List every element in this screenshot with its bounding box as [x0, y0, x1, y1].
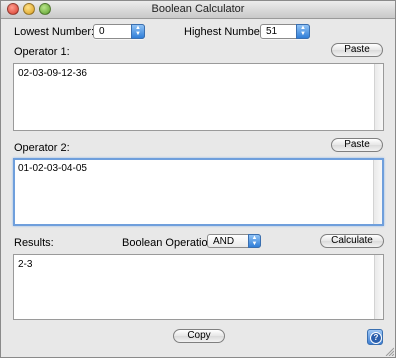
highest-number-stepper[interactable]: 51 ▲ ▼	[260, 24, 310, 39]
up-down-arrows-icon[interactable]: ▲ ▼	[248, 234, 261, 248]
boolean-operation-select[interactable]: AND ▲ ▼	[207, 234, 261, 248]
lowest-number-stepper[interactable]: 0 ▲ ▼	[93, 24, 145, 39]
up-down-arrows-icon[interactable]: ▲ ▼	[131, 24, 145, 39]
calculate-button[interactable]: Calculate	[320, 234, 384, 248]
lowest-number-value: 0	[99, 26, 105, 37]
operator-1-textarea[interactable]: 02-03-09-12-36	[13, 63, 384, 131]
boolean-operation-label: Boolean Operation:	[122, 237, 217, 249]
operator-2-label: Operator 2:	[14, 142, 70, 154]
resize-grip-icon[interactable]	[384, 346, 394, 356]
title-bar[interactable]: Boolean Calculator	[1, 1, 395, 19]
operator-1-text: 02-03-09-12-36	[18, 68, 87, 79]
operator-2-textarea[interactable]: 01-02-03-04-05	[13, 158, 384, 226]
up-down-arrows-icon[interactable]: ▲ ▼	[296, 24, 310, 39]
operator-2-paste-button[interactable]: Paste	[331, 138, 383, 152]
highest-number-value: 51	[266, 26, 278, 37]
operator-2-text: 01-02-03-04-05	[18, 163, 87, 174]
operator-1-label: Operator 1:	[14, 46, 70, 58]
help-icon: ?	[370, 332, 382, 344]
results-textarea[interactable]: 2-3	[13, 254, 384, 320]
window-title: Boolean Calculator	[151, 3, 245, 15]
lowest-number-label: Lowest Number:	[14, 26, 95, 38]
operator-1-scrollbar[interactable]	[374, 64, 383, 130]
operator-2-scrollbar[interactable]	[373, 160, 382, 224]
results-text: 2-3	[18, 259, 33, 270]
boolean-operation-value: AND	[213, 236, 235, 247]
results-scrollbar[interactable]	[374, 255, 383, 319]
boolean-calculator-window: Boolean Calculator Lowest Number: 0 ▲ ▼ H…	[0, 0, 396, 358]
highest-number-label: Highest Number:	[184, 26, 267, 38]
results-label: Results:	[14, 237, 54, 249]
help-button[interactable]: ?	[367, 329, 383, 345]
operator-1-paste-button[interactable]: Paste	[331, 43, 383, 57]
copy-button[interactable]: Copy	[173, 329, 225, 343]
